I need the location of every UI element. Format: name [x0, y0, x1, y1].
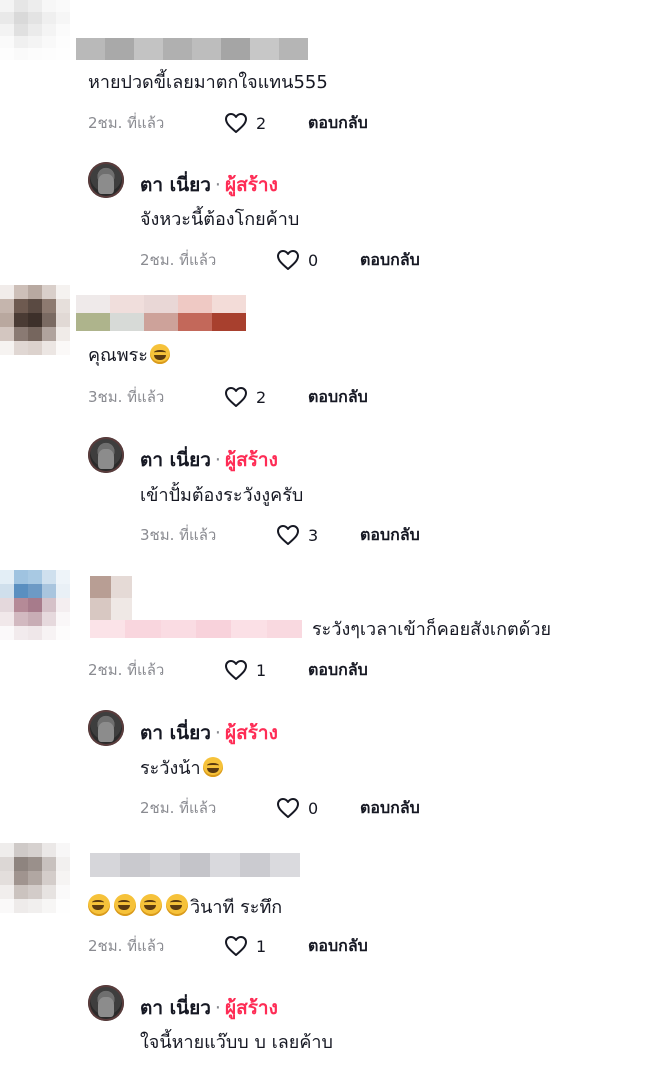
like-count: 2: [256, 387, 267, 407]
reply-button[interactable]: ตอบกลับ: [360, 523, 420, 548]
separator-dot: ·: [214, 449, 221, 471]
comment-text: หายปวดขี้เลยมาตกใจแทน555: [88, 72, 328, 93]
reply-header: ตา เนี่ยว · ผู้สร้าง: [140, 720, 278, 746]
reply-header: ตา เนี่ยว · ผู้สร้าง: [140, 447, 278, 473]
avatar[interactable]: [0, 0, 70, 60]
username-blurred[interactable]: [76, 38, 308, 60]
comment-meta: 2ชม. ที่แล้ว 2 ตอบกลับ: [88, 111, 368, 135]
avatar[interactable]: [0, 570, 70, 640]
separator-dot: ·: [214, 722, 221, 744]
reply-button[interactable]: ตอบกลับ: [308, 658, 368, 683]
comment-meta: 2ชม. ที่แล้ว 1 ตอบกลับ: [88, 658, 368, 682]
creator-name[interactable]: ตา เนี่ยว: [140, 993, 211, 1023]
heart-icon[interactable]: [224, 112, 248, 134]
avatar[interactable]: [0, 285, 70, 355]
avatar[interactable]: [0, 843, 70, 913]
comment-text: ระวังๆเวลาเข้าก็คอยสังเกตด้วย: [312, 619, 552, 640]
reply-meta: 2ชม. ที่แล้ว 0 ตอบกลับ: [140, 248, 420, 272]
creator-badge: ผู้สร้าง: [224, 997, 278, 1019]
heart-icon[interactable]: [224, 935, 248, 957]
creator-avatar[interactable]: [88, 162, 124, 198]
username-avatar-blurred[interactable]: [90, 576, 132, 620]
like-count: 3: [308, 525, 319, 545]
like-button[interactable]: 0: [276, 797, 360, 819]
heart-icon[interactable]: [276, 524, 300, 546]
comment-meta: 3ชม. ที่แล้ว 2 ตอบกลับ: [88, 385, 368, 409]
heart-icon[interactable]: [276, 797, 300, 819]
heart-icon[interactable]: [224, 386, 248, 408]
reply-text: ใจนี้หายแว๊บบ บ เลยค้าบ: [140, 1032, 333, 1053]
sweat-smile-emoji-icon: [149, 344, 170, 364]
username-blurred[interactable]: [90, 620, 302, 638]
separator-dot: ·: [214, 997, 221, 1019]
like-button[interactable]: 1: [224, 935, 308, 957]
username-blurred[interactable]: [76, 295, 246, 331]
like-count: 2: [256, 113, 267, 133]
reply-time: 3ชม. ที่แล้ว: [140, 526, 217, 544]
reply-header: ตา เนี่ยว · ผู้สร้าง: [140, 172, 278, 198]
like-count: 1: [256, 660, 267, 680]
like-button[interactable]: 2: [224, 112, 308, 134]
comment-text-content: คุณพระ: [88, 345, 148, 366]
reply-button[interactable]: ตอบกลับ: [360, 248, 420, 273]
joy-emoji-icon: [114, 894, 136, 916]
heart-icon[interactable]: [276, 249, 300, 271]
creator-name[interactable]: ตา เนี่ยว: [140, 445, 211, 475]
comment-text-content: วินาที ระทึก: [190, 897, 283, 918]
comment-text: คุณพระ: [88, 344, 170, 368]
reply-time: 2ชม. ที่แล้ว: [140, 251, 217, 269]
reply-button[interactable]: ตอบกลับ: [308, 111, 368, 136]
comment-time: 3ชม. ที่แล้ว: [88, 388, 165, 406]
reply-header: ตา เนี่ยว · ผู้สร้าง: [140, 995, 278, 1021]
reply-text: จังหวะนี้ต้องโกยค้าบ: [140, 209, 300, 230]
username-blurred[interactable]: [90, 853, 300, 877]
creator-avatar[interactable]: [88, 437, 124, 473]
comment-time: 2ชม. ที่แล้ว: [88, 114, 165, 132]
creator-name[interactable]: ตา เนี่ยว: [140, 170, 211, 200]
comment-time: 2ชม. ที่แล้ว: [88, 937, 165, 955]
reply-meta: 2ชม. ที่แล้ว 0 ตอบกลับ: [140, 796, 420, 820]
reply-button[interactable]: ตอบกลับ: [360, 796, 420, 821]
creator-avatar[interactable]: [88, 985, 124, 1021]
creator-avatar[interactable]: [88, 710, 124, 746]
reply-time: 2ชม. ที่แล้ว: [140, 799, 217, 817]
creator-badge: ผู้สร้าง: [224, 722, 278, 744]
reply-text: ระวังน้า: [140, 757, 223, 781]
joy-emoji-icon: [88, 894, 110, 916]
like-button[interactable]: 2: [224, 386, 308, 408]
like-button[interactable]: 0: [276, 249, 360, 271]
comment-meta: 2ชม. ที่แล้ว 1 ตอบกลับ: [88, 934, 368, 958]
like-count: 0: [308, 798, 319, 818]
reply-text: เข้าปั้มต้องระวังงูครับ: [140, 485, 304, 506]
like-button[interactable]: 3: [276, 524, 360, 546]
like-count: 1: [256, 936, 267, 956]
comment-time: 2ชม. ที่แล้ว: [88, 661, 165, 679]
creator-badge: ผู้สร้าง: [224, 174, 278, 196]
reply-button[interactable]: ตอบกลับ: [308, 934, 368, 959]
reply-text-content: ระวังน้า: [140, 758, 201, 779]
separator-dot: ·: [214, 174, 221, 196]
like-button[interactable]: 1: [224, 659, 308, 681]
heart-icon[interactable]: [224, 659, 248, 681]
like-count: 0: [308, 250, 319, 270]
rofl-emoji-icon: [202, 757, 223, 777]
reply-meta: 3ชม. ที่แล้ว 3 ตอบกลับ: [140, 523, 420, 547]
creator-name[interactable]: ตา เนี่ยว: [140, 718, 211, 748]
joy-emoji-icon: [166, 894, 188, 916]
comment-text: วินาที ระทึก: [88, 894, 282, 920]
creator-badge: ผู้สร้าง: [224, 449, 278, 471]
joy-emoji-icon: [140, 894, 162, 916]
reply-button[interactable]: ตอบกลับ: [308, 385, 368, 410]
